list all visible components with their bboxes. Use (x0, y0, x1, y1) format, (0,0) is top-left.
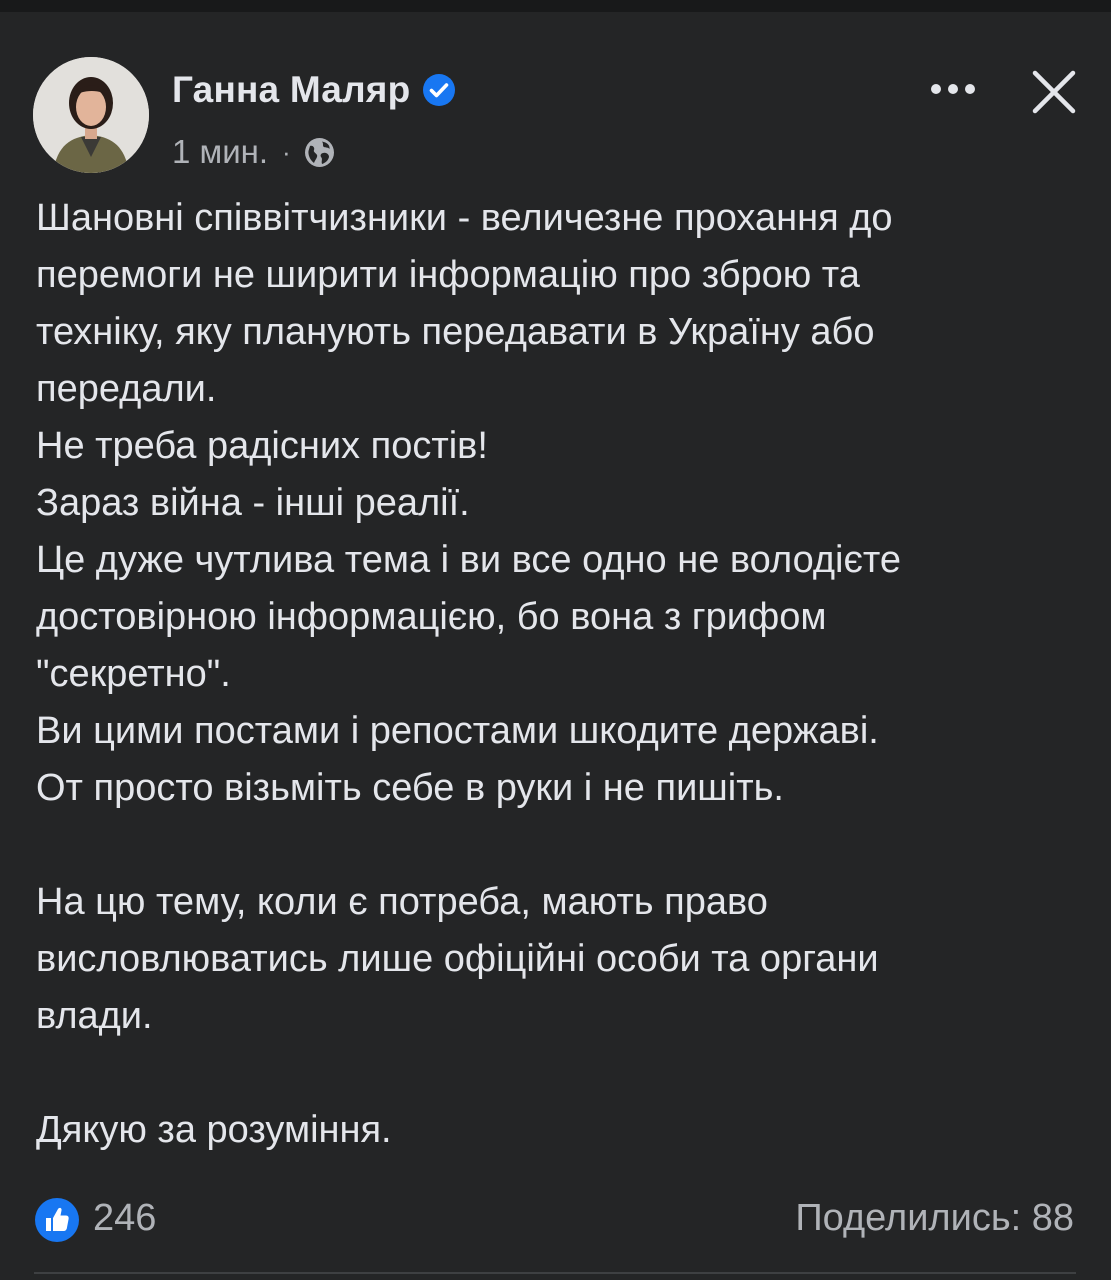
post-text-line: "секретно". (36, 653, 231, 695)
avatar-photo (33, 57, 149, 173)
close-icon (1032, 70, 1076, 114)
post-text-line: Ви цими постами і репостами шкодите держ… (36, 710, 879, 752)
post-text-line: Це дуже чутлива тема і ви все одно не во… (36, 539, 901, 581)
status-strip (0, 0, 1111, 12)
post-text-line: От просто візьміть себе в руки і не пиші… (36, 767, 784, 809)
meta-separator: · (282, 136, 291, 167)
post-text-line: техніку, яку планують передавати в Украї… (36, 311, 875, 353)
avatar[interactable] (33, 57, 149, 173)
divider (34, 1272, 1076, 1274)
more-options-icon (931, 84, 975, 94)
post-text-line: Не треба радісних постів! (36, 425, 488, 467)
post-header: Ганна Маляр 1 мин. · (0, 12, 1111, 173)
author-name[interactable]: Ганна Маляр (172, 69, 410, 111)
post-text-line: Дякую за розуміння. (36, 1109, 392, 1151)
post-text-line: достовірною інформацією, бо вона з грифо… (36, 596, 827, 638)
more-options-button[interactable] (924, 72, 982, 106)
post-text-line: перемоги не ширити інформацію про зброю … (36, 254, 860, 296)
verified-badge-icon (422, 73, 456, 107)
post-text-line: На цю тему, коли є потреба, мають право (36, 881, 768, 923)
post-text-line: висловлюватись лише офіційні особи та ор… (36, 938, 879, 980)
post-text: Шановні співвітчизники - величезне проха… (36, 190, 1086, 1159)
post-text-line: передали. (36, 368, 217, 410)
post-text-line: Зараз війна - інші реалії. (36, 482, 470, 524)
like-count[interactable]: 246 (93, 1193, 156, 1243)
post-meta: 1 мин. · (172, 132, 336, 172)
globe-icon (303, 136, 336, 169)
author-row: Ганна Маляр (172, 69, 456, 111)
shares-count[interactable]: Поделились: 88 (795, 1193, 1074, 1243)
reactions-bar: 246 Поделились: 88 (0, 1185, 1111, 1245)
post-text-line: влади. (36, 995, 153, 1037)
post-text-line: Шановні співвітчизники - величезне проха… (36, 197, 893, 239)
post-timestamp[interactable]: 1 мин. (172, 133, 268, 171)
close-button[interactable] (1025, 63, 1083, 121)
like-reaction-icon[interactable] (34, 1197, 80, 1243)
